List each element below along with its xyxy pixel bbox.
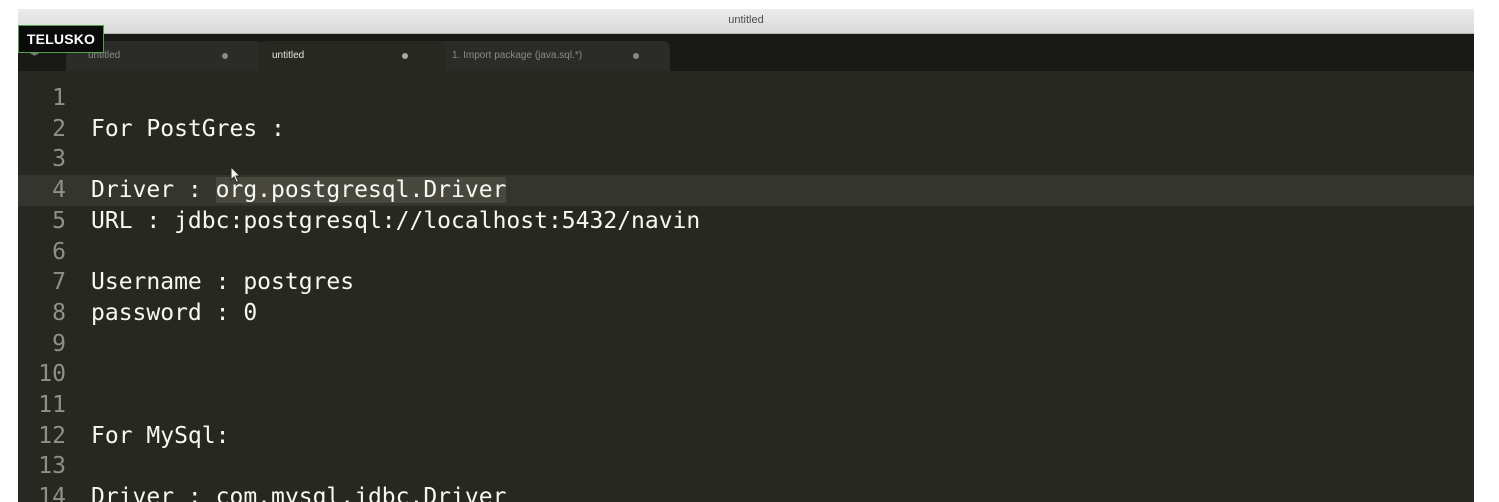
line-number: 2 [52, 115, 66, 142]
line-number: 12 [38, 422, 66, 449]
telusko-logo: TELUSKO [18, 25, 104, 53]
line-number: 8 [52, 299, 66, 326]
code-line[interactable]: 2 For PostGres : [18, 114, 1474, 145]
line-content: For PostGres : [91, 115, 285, 142]
line-number: 11 [38, 392, 66, 418]
unsaved-dot-icon[interactable] [402, 53, 408, 59]
code-line[interactable]: 7 Username : postgres [18, 267, 1474, 298]
line-number: 3 [52, 146, 66, 173]
code-line[interactable]: 5 URL : jdbc:postgresql://localhost:5432/… [18, 206, 1474, 237]
code-line[interactable]: 14 Driver : com.mysql.jdbc.Driver [18, 482, 1474, 502]
line-number: 4 [52, 177, 66, 204]
line-content: For MySql: [91, 422, 230, 449]
line-content: Username : postgres [91, 269, 355, 296]
line-text[interactable]: For PostGres : [91, 114, 285, 145]
line-text[interactable]: Username : postgres [91, 267, 354, 298]
tab-label: untitled [272, 50, 305, 61]
line-text[interactable]: For MySql: [91, 421, 229, 452]
code-line[interactable]: 6 [18, 237, 1474, 268]
code-editor[interactable]: 1 2 For PostGres :3 4 Driver : org.postgresq… [18, 71, 1474, 502]
line-text[interactable]: Driver : com.mysql.jdbc.Driver [91, 482, 506, 502]
code-line[interactable]: 11 [18, 390, 1474, 421]
selected-text: org.postgresql.Driver [215, 177, 507, 204]
line-content: Driver : [91, 177, 216, 204]
code-line[interactable]: 8 password : 0 [18, 298, 1474, 329]
tab-import-package[interactable]: 1. Import package (java.sql.*) [434, 41, 670, 71]
tab-untitled-2-active[interactable]: untitled [258, 41, 446, 71]
line-number: 13 [38, 453, 66, 480]
line-text[interactable]: password : 0 [91, 298, 257, 329]
unsaved-dot-icon[interactable] [222, 53, 228, 59]
line-number: 14 [38, 484, 66, 502]
window-title: untitled [728, 14, 764, 26]
code-line[interactable]: 10 [18, 359, 1474, 390]
tab-bar: ◂▸ untitled 1. Import package (java.sql.… [18, 34, 1474, 71]
line-number: 9 [52, 330, 66, 357]
line-number: 5 [52, 207, 66, 234]
line-number: 1 [52, 85, 66, 111]
title-bar[interactable]: untitled [18, 9, 1474, 34]
tab-label: 1. Import package (java.sql.*) [452, 50, 583, 61]
line-content: URL : jdbc:postgresql://localhost:5432/n… [91, 207, 701, 234]
code-line[interactable]: 9 [18, 329, 1474, 360]
code-line[interactable]: 12 For MySql: [18, 421, 1474, 452]
line-number: 6 [52, 238, 66, 265]
line-number: 10 [38, 361, 66, 388]
line-content: password : 0 [91, 299, 258, 326]
mouse-cursor-icon [230, 166, 242, 184]
line-number: 7 [52, 269, 66, 296]
line-text[interactable]: URL : jdbc:postgresql://localhost:5432/n… [91, 206, 700, 237]
editor-window: untitled ◂▸ untitled 1. Import package (… [18, 9, 1474, 502]
unsaved-dot-icon[interactable] [633, 53, 639, 59]
code-line[interactable]: 13 [18, 451, 1474, 482]
code-line[interactable]: 1 [18, 83, 1474, 114]
line-text[interactable]: Driver : org.postgresql.Driver [91, 175, 507, 206]
line-content: Driver : com.mysql.jdbc.Driver [91, 484, 507, 502]
screen: untitled ◂▸ untitled 1. Import package (… [0, 0, 1499, 502]
